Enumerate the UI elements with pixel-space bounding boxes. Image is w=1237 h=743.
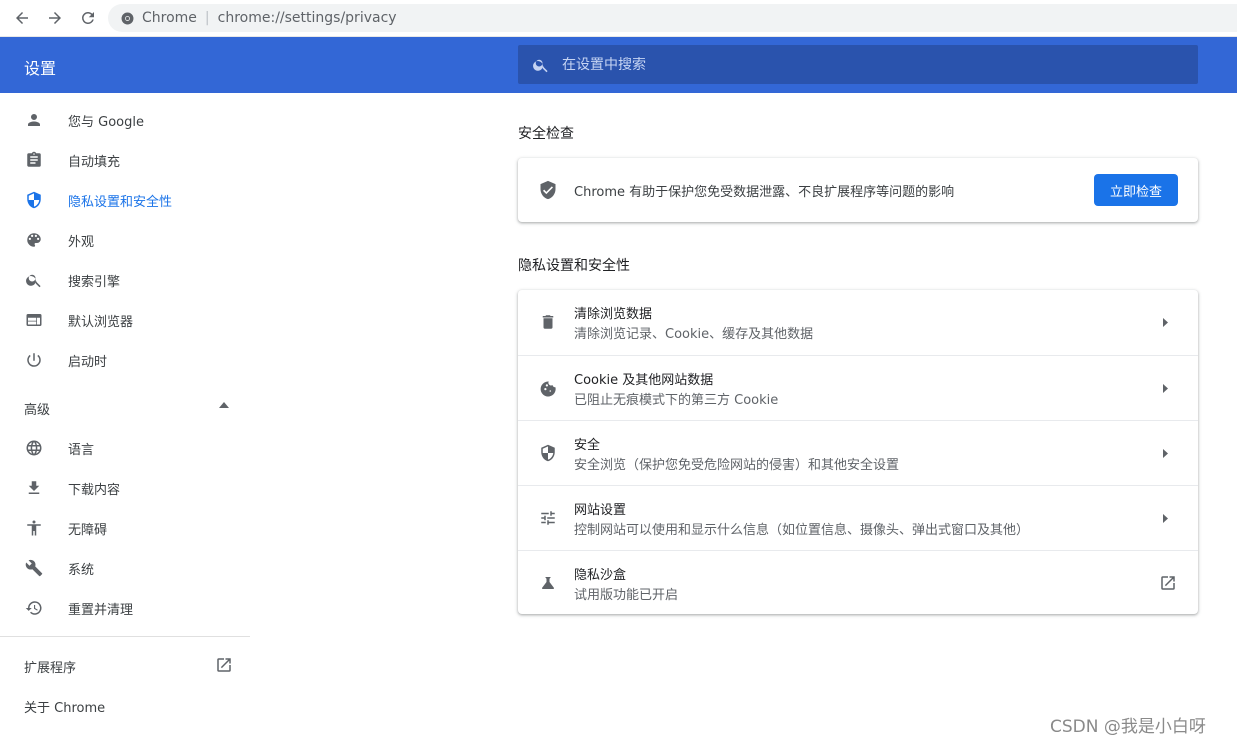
palette-icon	[24, 230, 44, 250]
sidebar-item-reset[interactable]: 重置并清理	[0, 588, 250, 628]
sidebar-item-label: 您与 Google	[68, 114, 144, 130]
sidebar-item-default-browser[interactable]: 默认浏览器	[0, 300, 250, 340]
sidebar-item-label: 外观	[68, 234, 95, 250]
download-icon	[24, 478, 44, 498]
row-title: 安全	[574, 438, 601, 453]
safety-check-description: Chrome 有助于保护您免受数据泄露、不良扩展程序等问题的影响	[574, 185, 955, 200]
page-title: 设置	[24, 59, 57, 78]
arrow-right-icon	[1163, 514, 1168, 523]
flask-icon	[538, 573, 558, 593]
globe-icon	[24, 438, 44, 458]
settings-header: 设置	[0, 37, 1237, 93]
cookie-icon	[538, 378, 558, 398]
open-in-new-icon[interactable]	[215, 656, 233, 674]
check-now-button[interactable]: 立即检查	[1094, 174, 1178, 206]
row-title: Cookie 及其他网站数据	[574, 373, 714, 388]
search-icon	[24, 270, 44, 290]
watermark: CSDN @我是小白呀	[1050, 717, 1206, 737]
history-icon	[24, 598, 44, 618]
sidebar-item-system[interactable]: 系统	[0, 548, 250, 588]
open-in-new-icon	[1161, 576, 1175, 590]
sidebar-item-label: 语言	[68, 442, 95, 458]
address-bar[interactable]: Chrome | chrome://settings/privacy	[108, 4, 1237, 32]
reload-icon	[82, 12, 94, 24]
person-icon	[24, 110, 44, 130]
sidebar-item-label: 默认浏览器	[68, 314, 134, 330]
sidebar-item-label: 自动填充	[68, 154, 121, 170]
accessibility-icon	[24, 518, 44, 538]
safety-check-card: Chrome 有助于保护您免受数据泄露、不良扩展程序等问题的影响 立即检查	[518, 158, 1198, 222]
sidebar-item-label: 无障碍	[68, 522, 108, 538]
sidebar-item-label: 搜索引擎	[68, 274, 121, 290]
shield-check-icon	[540, 180, 556, 200]
privacy-section-title: 隐私设置和安全性	[518, 258, 630, 274]
row-subtitle: 安全浏览（保护您免受危险网站的侵害）和其他安全设置	[574, 458, 900, 473]
row-subtitle: 控制网站可以使用和显示什么信息（如位置信息、摄像头、弹出式窗口及其他）	[574, 523, 1030, 538]
sidebar-item-label: 隐私设置和安全性	[68, 194, 173, 210]
arrow-right-icon	[1163, 318, 1168, 327]
address-separator: |	[204, 10, 210, 26]
reload-button[interactable]	[77, 7, 99, 29]
row-subtitle: 试用版功能已开启	[574, 588, 679, 603]
sidebar-item-appearance[interactable]: 外观	[0, 220, 250, 260]
back-button[interactable]	[11, 7, 33, 29]
sidebar-divider	[0, 636, 250, 637]
address-origin: Chrome	[142, 10, 197, 26]
trash-icon	[538, 312, 558, 332]
about-chrome-link[interactable]: 关于 Chrome	[24, 697, 105, 716]
address-url: chrome://settings/privacy	[217, 10, 397, 26]
sidebar-item-label: 系统	[68, 562, 95, 578]
sidebar-item-label: 启动时	[68, 354, 108, 370]
sidebar-item-accessibility[interactable]: 无障碍	[0, 508, 250, 548]
clear-browsing-data-row[interactable]: 清除浏览数据 清除浏览记录、Cookie、缓存及其他数据	[518, 290, 1198, 355]
sidebar-item-privacy[interactable]: 隐私设置和安全性	[0, 180, 250, 220]
sidebar-item-label: 重置并清理	[68, 602, 134, 618]
sidebar-item-downloads[interactable]: 下载内容	[0, 468, 250, 508]
extensions-link[interactable]: 扩展程序	[24, 657, 76, 676]
caret-up-icon	[219, 402, 229, 408]
shield-icon	[538, 443, 558, 463]
chrome-icon	[120, 11, 134, 25]
browser-icon	[24, 310, 44, 330]
clipboard-icon	[24, 150, 44, 170]
privacy-sandbox-row[interactable]: 隐私沙盒 试用版功能已开启	[518, 550, 1198, 615]
sidebar-item-label: 下载内容	[68, 482, 121, 498]
power-icon	[24, 350, 44, 370]
sidebar-item-languages[interactable]: 语言	[0, 428, 250, 468]
row-title: 隐私沙盒	[574, 568, 627, 583]
sidebar-item-on-startup[interactable]: 启动时	[0, 340, 250, 380]
shield-icon	[24, 190, 44, 210]
search-box[interactable]	[518, 45, 1198, 84]
browser-toolbar: Chrome | chrome://settings/privacy	[0, 0, 1237, 37]
row-subtitle: 已阻止无痕模式下的第三方 Cookie	[574, 393, 779, 408]
privacy-card: 清除浏览数据 清除浏览记录、Cookie、缓存及其他数据 Cookie 及其他网…	[518, 290, 1198, 614]
sidebar-item-you-and-google[interactable]: 您与 Google	[0, 100, 250, 140]
search-icon	[533, 59, 548, 72]
cookies-row[interactable]: Cookie 及其他网站数据 已阻止无痕模式下的第三方 Cookie	[518, 355, 1198, 420]
arrow-right-icon	[1163, 384, 1168, 393]
arrow-left-icon	[16, 12, 28, 24]
sidebar: 您与 Google 自动填充 隐私设置和安全性 外观 搜索引擎 默认浏览器 启动…	[0, 93, 250, 743]
safety-check-title: 安全检查	[518, 126, 574, 142]
arrow-right-icon	[1163, 449, 1168, 458]
tune-icon	[538, 508, 558, 528]
advanced-toggle[interactable]: 高级	[0, 388, 250, 428]
wrench-icon	[24, 558, 44, 578]
row-title: 清除浏览数据	[574, 307, 653, 322]
search-input[interactable]	[562, 56, 1162, 73]
site-settings-row[interactable]: 网站设置 控制网站可以使用和显示什么信息（如位置信息、摄像头、弹出式窗口及其他）	[518, 485, 1198, 550]
row-title: 网站设置	[574, 503, 627, 518]
row-subtitle: 清除浏览记录、Cookie、缓存及其他数据	[574, 327, 814, 342]
advanced-label: 高级	[24, 402, 51, 418]
sidebar-item-search-engine[interactable]: 搜索引擎	[0, 260, 250, 300]
arrow-right-icon	[49, 12, 61, 24]
sidebar-item-autofill[interactable]: 自动填充	[0, 140, 250, 180]
forward-button[interactable]	[44, 7, 66, 29]
security-row[interactable]: 安全 安全浏览（保护您免受危险网站的侵害）和其他安全设置	[518, 420, 1198, 485]
